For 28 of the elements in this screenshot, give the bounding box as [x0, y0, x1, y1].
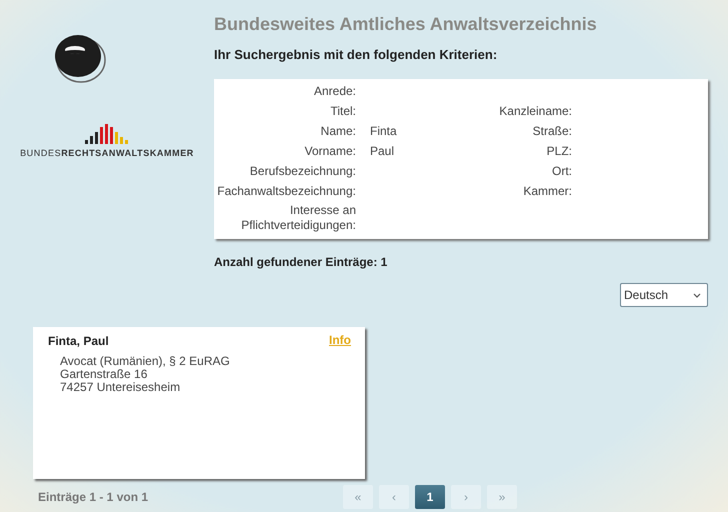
criteria-label: Titel:	[329, 103, 356, 120]
criteria-label: Straße:	[532, 123, 572, 140]
criteria-label: Kammer:	[522, 183, 572, 200]
language-select[interactable]: Deutsch	[620, 283, 708, 307]
criteria-label: Ort:	[551, 163, 572, 180]
info-link[interactable]: Info	[329, 333, 351, 347]
chevron-down-icon	[693, 292, 701, 298]
criteria-label: PLZ:	[546, 143, 572, 160]
criteria-value: Finta	[369, 123, 398, 140]
address-line: Gartenstraße 16	[60, 368, 148, 381]
criteria-label: Fachanwaltsbezeichnung:	[216, 183, 356, 200]
criteria-label: Vorname:	[304, 143, 356, 160]
result-count: Anzahl gefundener Einträge: 1	[214, 255, 388, 269]
criteria-label: Name:	[320, 123, 356, 140]
address-line: 74257 Untereisesheim	[60, 381, 182, 394]
lawyer-name: Finta, Paul	[48, 334, 109, 348]
criteria-value: Paul	[369, 143, 396, 160]
pager-button[interactable]: 1	[415, 485, 445, 509]
entries-summary: Einträge 1 - 1 von 1	[37, 490, 150, 504]
criteria-label: Anrede:	[312, 83, 356, 100]
criteria-heading: Ihr Suchergebnis mit den folgenden Kriterien:	[214, 47, 498, 62]
address-line: Avocat (Rumänien), § 2 EuRAG	[60, 355, 231, 368]
bar-logo-icon	[84, 124, 130, 144]
criteria-label: Berufsbezeichnung:	[248, 163, 356, 180]
page-title: Bundesweites Amtliches Anwaltsverzeichnis	[214, 14, 598, 35]
criteria-label: Kanzleiname:	[498, 103, 572, 120]
logo-text: BUNDESRECHTSANWALTSKAMMER	[20, 148, 194, 158]
criteria-label: Interesse an Pflichtverteidigungen:	[240, 202, 356, 234]
